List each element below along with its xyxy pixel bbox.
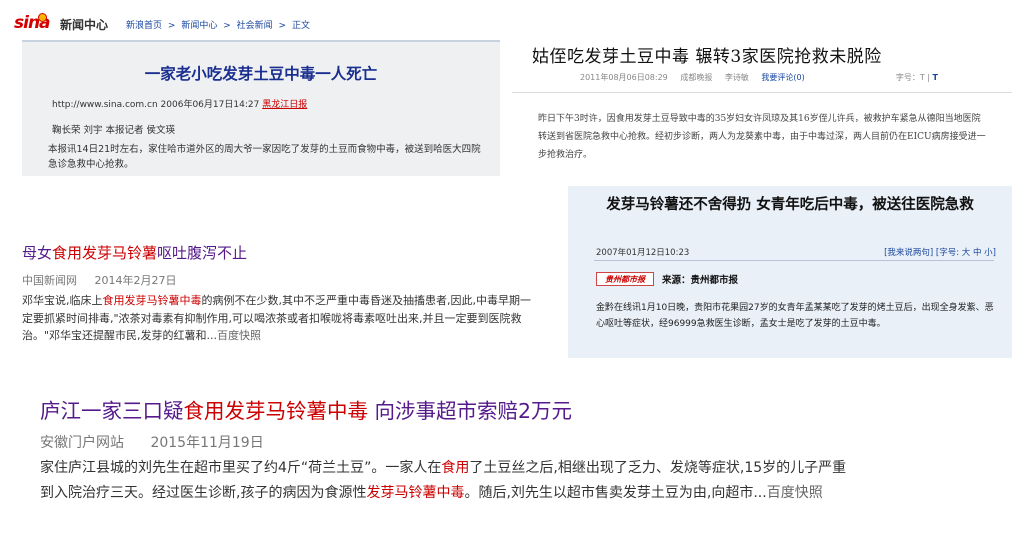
article-source: 来源：贵州都市报 (662, 275, 739, 286)
result-title-link[interactable]: 庐江一家三口疑食用发芽马铃薯中毒 向涉事超市索赔2万元 (40, 394, 572, 424)
snapshot-link[interactable]: 百度快照 (767, 485, 823, 501)
sina-article-box: 一家老小吃发芽土豆中毒一人死亡 http://www.sina.com.cn 2… (22, 40, 500, 176)
sina-logo-mark: sina (14, 13, 54, 35)
result-snippet: 邓华宝说,临床上食用发芽马铃薯中毒的病例不在少数,其中不乏严重中毒昏迷及抽搐患者… (22, 292, 534, 345)
guizhou-article-panel: 发芽马铃薯还不舍得扔 女青年吃后中毒，被送往医院急救 2007年01月12日10… (568, 186, 1012, 358)
snapshot-link[interactable]: 百度快照 (217, 329, 261, 342)
article-meta: http://www.sina.com.cn 2006年06月17日14:27 … (52, 97, 307, 110)
breadcrumb-sep: > (278, 20, 287, 31)
article-tools[interactable]: [我来说两句] [字号: 大 中 小] (884, 246, 996, 258)
result-date: 2014年2月27日 (94, 274, 177, 287)
title-part: 母女 (22, 244, 53, 262)
article-authors: 鞠长荣 刘宇 本报记者 侯文瑛 (52, 125, 176, 136)
result-title-link[interactable]: 母女食用发芽马铃薯呕吐腹泻不止 (22, 242, 247, 263)
site-name: 新闻中心 (60, 17, 109, 32)
snippet-part: 邓华宝说,临床上 (22, 294, 103, 307)
article-body: 昨日下午3时许，因食用发芽土豆导致中毒的35岁妇女许凤琼及其16岁侄儿许兵，被救… (538, 114, 986, 160)
result-source: 中国新闻网 (22, 274, 77, 287)
article-meta: 2011年08月06日08:29 成都晚报 李诗敏 我要评论(0) (580, 72, 815, 83)
breadcrumb-sep: > (223, 20, 231, 31)
title-part: 向涉事超市索赔2万元 (368, 399, 573, 423)
font-size-control: 字号：T | T (896, 72, 938, 83)
title-highlight: 食用发芽马铃薯中毒 (183, 399, 369, 423)
breadcrumb-article: 正文 (291, 20, 310, 31)
sina-logo[interactable]: sina 新闻中心 (14, 13, 108, 35)
title-part: 庐江一家三口疑 (40, 399, 184, 423)
font-large-button[interactable]: T (933, 73, 938, 82)
result-meta: 安徽门户网站 2015年11月19日 (40, 432, 286, 452)
article-headline: 发芽马铃薯还不舍得扔 女青年吃后中毒，被送往医院急救 (606, 197, 974, 213)
sina-eye-icon (38, 13, 47, 22)
snippet-part: 家住庐江县城的刘先生在超市里买了约4斤“荷兰土豆”。一家人在 (40, 460, 442, 476)
article-datetime: 2007年01月12日10:23 (596, 248, 690, 258)
title-highlight: 食用发芽马铃薯 (52, 244, 158, 262)
snippet-highlight: 发芽马铃薯中毒 (366, 485, 465, 501)
chengdu-article-panel: 姑侄吃发芽土豆中毒 辗转3家医院抢救未脱险 2011年08月06日08:29 成… (512, 30, 1012, 190)
breadcrumb-home[interactable]: 新浪首页 (126, 21, 162, 31)
result-date: 2015年11月19日 (150, 435, 264, 451)
article-author: 李诗敏 (724, 73, 749, 82)
font-size-sep: | (924, 73, 933, 82)
breadcrumb-society[interactable]: 社会新闻 (237, 21, 273, 31)
search-result-1: 母女食用发芽马铃薯呕吐腹泻不止 中国新闻网 2014年2月27日 邓华宝说,临床… (22, 242, 542, 352)
breadcrumb: 新浪首页 > 新闻中心 > 社会新闻 > 正文 (126, 18, 313, 31)
article-body: 金黔在线讯1月10日晚，贵阳市花果园27岁的女青年孟某某吃了发芽的烤土豆后，出现… (596, 303, 994, 329)
divider (594, 260, 994, 261)
newspaper-logo: 贵州都市报 (596, 272, 654, 286)
breadcrumb-sep: > (167, 20, 176, 31)
snippet-highlight: 食用 (441, 460, 470, 476)
article-body: 本报讯14日21时左右，家住哈市道外区的周大爷一家因吃了发芽的土豆而食物中毒，被… (48, 144, 481, 170)
article-source-link[interactable]: 黑龙江日报 (262, 100, 307, 110)
comment-link[interactable]: 我要评论(0) (761, 73, 804, 82)
article-url-date: http://www.sina.com.cn 2006年06月17日14:27 (52, 100, 260, 110)
divider (512, 92, 1012, 93)
font-size-label: 字号： (895, 73, 920, 82)
article-headline: 姑侄吃发芽土豆中毒 辗转3家医院抢救未脱险 (532, 47, 882, 67)
article-headline: 一家老小吃发芽土豆中毒一人死亡 (144, 65, 378, 83)
result-snippet: 家住庐江县城的刘先生在超市里买了约4斤“荷兰土豆”。一家人在食用了土豆丝之后,相… (40, 456, 850, 506)
source-row: 贵州都市报 来源：贵州都市报 (596, 272, 738, 286)
search-result-2: 庐江一家三口疑食用发芽马铃薯中毒 向涉事超市索赔2万元 安徽门户网站 2015年… (40, 394, 890, 544)
article-paper: 成都晚报 (680, 73, 713, 82)
sina-news-panel: sina 新闻中心 新浪首页 > 新闻中心 > 社会新闻 > 正文 一家老小吃发… (14, 10, 500, 176)
article-date: 2011年08月06日08:29 (580, 73, 668, 82)
title-part: 呕吐腹泻不止 (157, 244, 248, 262)
result-source: 安徽门户网站 (40, 435, 124, 451)
snippet-highlight: 食用发芽马铃薯中毒 (102, 294, 202, 307)
result-meta: 中国新闻网 2014年2月27日 (22, 272, 191, 288)
sina-topbar: sina 新闻中心 新浪首页 > 新闻中心 > 社会新闻 > 正文 (14, 10, 496, 38)
snippet-part: 。随后,刘先生以超市售卖发芽土豆为由,向超市... (464, 485, 767, 501)
breadcrumb-news-center[interactable]: 新闻中心 (181, 21, 217, 31)
